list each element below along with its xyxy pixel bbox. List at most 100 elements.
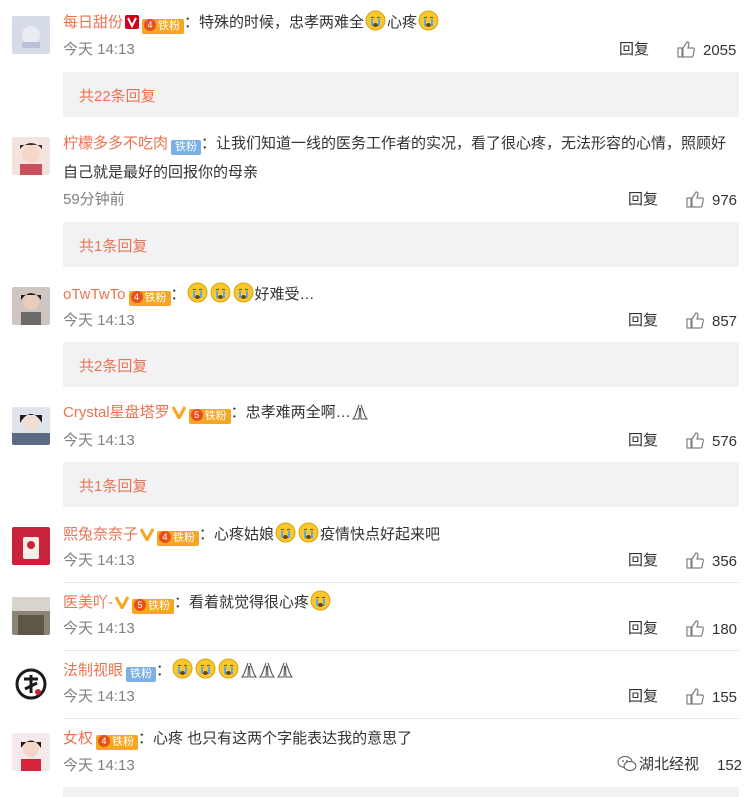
- username[interactable]: 女权: [63, 730, 93, 747]
- view-replies[interactable]: 共22条回复: [63, 72, 739, 117]
- comment-body: 法制视眼 铁粉：: [63, 658, 294, 683]
- timestamp: 今天 14:13: [63, 620, 135, 637]
- reply-button[interactable]: 回复: [619, 41, 649, 59]
- comment-body: 医美吖- 5 铁粉 ：看着就觉得很心疼: [63, 590, 332, 615]
- crying-emoji-icon: [210, 282, 231, 303]
- like-button[interactable]: 180: [686, 620, 737, 639]
- crying-emoji-icon: [298, 522, 319, 543]
- praying-hands-icon: [259, 662, 276, 678]
- yellow-verified-icon: [171, 406, 186, 419]
- divider: [63, 718, 739, 719]
- like-button[interactable]: 155: [686, 688, 737, 707]
- username[interactable]: 熙兔奈奈子: [63, 526, 138, 543]
- view-replies[interactable]: 共1条回复: [63, 462, 739, 507]
- avatar[interactable]: [12, 16, 50, 54]
- username[interactable]: 柠檬多多不吃肉: [63, 135, 168, 152]
- like-button[interactable]: 576: [686, 432, 737, 451]
- comment-text: ：心疼 也只有这两个字能表达我的意思了: [138, 730, 413, 747]
- timestamp: 今天 14:13: [63, 757, 135, 774]
- red-verified-icon: [125, 15, 140, 29]
- wechat-icon: [617, 756, 637, 771]
- crying-emoji-icon: [310, 590, 331, 611]
- crying-emoji-icon: [275, 522, 296, 543]
- fan-badge: 铁粉: [126, 667, 157, 682]
- like-button[interactable]: 857: [686, 312, 737, 331]
- thumbs-up-icon: [677, 41, 695, 58]
- like-count[interactable]: 152: [717, 757, 742, 775]
- comment-text: ：忠孝难两全啊…: [230, 404, 351, 421]
- reply-button[interactable]: 回复: [628, 552, 658, 570]
- thumbs-up-icon: [686, 191, 704, 208]
- fan-level-badge: 4 铁粉: [128, 291, 171, 306]
- username[interactable]: oTwTwTo: [63, 286, 126, 303]
- watermark: 湖北经视: [617, 753, 699, 774]
- reply-button[interactable]: 回复: [628, 688, 658, 706]
- comment-text: ：: [156, 662, 172, 679]
- username[interactable]: 医美吖-: [63, 594, 113, 611]
- comment-body: 每日甜份 4 铁粉 ：特殊的时候，忠孝两难全 心疼: [63, 10, 440, 35]
- crying-emoji-icon: [233, 282, 254, 303]
- reply-button[interactable]: 回复: [628, 620, 658, 638]
- like-button[interactable]: 976: [686, 191, 737, 210]
- crying-emoji-icon: [218, 658, 239, 679]
- fan-badge: 铁粉: [171, 140, 202, 155]
- praying-hands-icon: [277, 662, 294, 678]
- comment-text: ：心疼姑娘: [199, 526, 275, 543]
- avatar[interactable]: [12, 665, 50, 703]
- thumbs-up-icon: [686, 620, 704, 637]
- thumbs-up-icon: [686, 552, 704, 569]
- comment-text: ：特殊的时候，忠孝两难全: [184, 14, 365, 31]
- reply-button[interactable]: 回复: [628, 312, 658, 330]
- timestamp: 今天 14:13: [63, 41, 135, 58]
- comment-body: oTwTwTo 4 铁粉： 好难受…: [63, 282, 315, 307]
- reply-button[interactable]: 回复: [628, 191, 658, 209]
- reply-box-partial: [63, 787, 739, 797]
- fan-level-badge: 5 铁粉: [132, 599, 174, 614]
- username[interactable]: 法制视眼: [63, 662, 123, 679]
- avatar[interactable]: [12, 287, 50, 325]
- praying-hands-icon: [241, 662, 258, 678]
- comment-text-trail: 好难受…: [254, 286, 315, 303]
- timestamp: 今天 14:13: [63, 552, 135, 569]
- reply-button[interactable]: 回复: [628, 432, 658, 450]
- comment-body: 女权 4 铁粉 ：心疼 也只有这两个字能表达我的意思了: [63, 727, 412, 751]
- comment-body: 柠檬多多不吃肉 铁粉 ：让我们知道一线的医务工作者的实况，看了很心疼，无法形容的心情…: [63, 129, 735, 187]
- comment-text: ：: [170, 286, 186, 303]
- yellow-verified-icon: [140, 528, 155, 541]
- view-replies[interactable]: 共1条回复: [63, 222, 739, 267]
- comment-feed: 每日甜份 4 铁粉 ：特殊的时候，忠孝两难全 心疼 今天 14:13 回复 2055 共…: [0, 0, 747, 797]
- crying-emoji-icon: [187, 282, 208, 303]
- avatar[interactable]: [12, 733, 50, 771]
- crying-emoji-icon: [172, 658, 193, 679]
- thumbs-up-icon: [686, 312, 704, 329]
- view-replies[interactable]: 共2条回复: [63, 342, 739, 387]
- fan-level-badge: 5 铁粉: [188, 409, 231, 424]
- timestamp: 今天 14:13: [63, 432, 135, 449]
- praying-hands-icon: [351, 404, 368, 420]
- divider: [63, 582, 739, 583]
- avatar[interactable]: [12, 527, 50, 565]
- comment-text-trail: 疫情快点好起来吧: [320, 526, 441, 543]
- fan-level-badge: 4 铁粉: [157, 531, 200, 546]
- thumbs-up-icon: [686, 688, 704, 705]
- like-button[interactable]: 356: [686, 552, 737, 571]
- avatar[interactable]: [12, 597, 50, 635]
- username[interactable]: 每日甜份: [63, 14, 123, 31]
- crying-emoji-icon: [365, 10, 386, 31]
- thumbs-up-icon: [686, 432, 704, 449]
- comment-text: ：看着就觉得很心疼: [174, 594, 310, 611]
- username[interactable]: Crystal星盘塔罗: [63, 404, 170, 421]
- fan-level-badge: 4 铁粉: [142, 19, 185, 34]
- crying-emoji-icon: [418, 10, 439, 31]
- avatar[interactable]: [12, 137, 50, 175]
- timestamp: 59分钟前: [63, 191, 125, 208]
- avatar[interactable]: [12, 407, 50, 445]
- comment-body: Crystal星盘塔罗 5 铁粉 ：忠孝难两全啊…: [63, 401, 369, 425]
- divider: [63, 650, 739, 651]
- timestamp: 今天 14:13: [63, 312, 135, 329]
- fan-level-badge: 4 铁粉: [96, 735, 139, 750]
- timestamp: 今天 14:13: [63, 688, 135, 705]
- comment-body: 熙兔奈奈子 4 铁粉 ：心疼姑娘 疫情快点好起来吧: [63, 522, 440, 547]
- like-button[interactable]: 2055: [677, 41, 736, 60]
- comment-text-trail: 心疼: [387, 14, 418, 31]
